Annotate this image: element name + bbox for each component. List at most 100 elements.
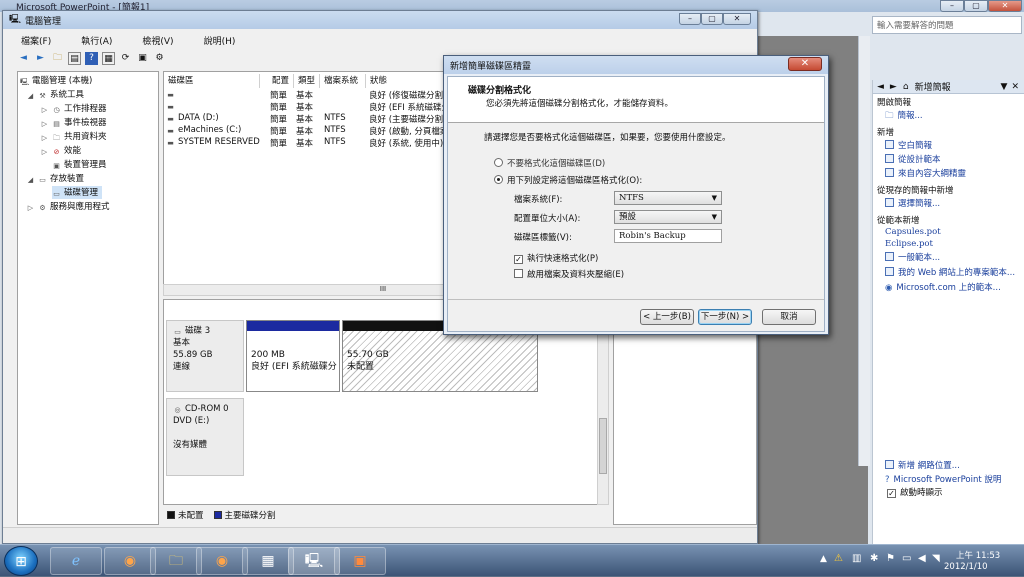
autocontent-wizard-link[interactable]: 來自內容大綱精靈: [885, 167, 966, 179]
choose-presentation-link[interactable]: 選擇簡報...: [885, 197, 940, 209]
allocation-unit-select[interactable]: 預設 ▼: [614, 210, 722, 224]
volume-icon[interactable]: ◀: [918, 553, 926, 564]
cm-maximize-button[interactable]: ▢: [701, 13, 723, 25]
disk3-size: 55.89 GB: [173, 350, 213, 360]
table-row[interactable]: ▬ SYSTEM RESERVED: [166, 137, 260, 148]
column-header-type[interactable]: 類型: [294, 74, 320, 88]
add-network-place-link[interactable]: 新增 網路位置...: [885, 459, 960, 471]
maximize-button[interactable]: ▢: [964, 0, 988, 12]
quick-format-checkbox[interactable]: ✓ 執行快速格式化(P): [514, 252, 598, 264]
wifi-icon[interactable]: ◥: [932, 553, 940, 564]
next-button[interactable]: 下一步(N) >: [698, 309, 752, 325]
partition-efi[interactable]: 200 MB 良好 (EFI 系統磁碟分: [246, 320, 340, 392]
wizard-body: 磁碟分割格式化 您必須先將這個磁碟分割格式化，才能儲存資料。 請選擇您是否要格式…: [447, 76, 825, 332]
home-icon[interactable]: ⌂: [903, 82, 909, 92]
table-row[interactable]: ▬: [166, 101, 178, 112]
show-hide-tree-icon[interactable]: ▤: [68, 51, 81, 65]
table-row[interactable]: ▬ DATA (D:): [166, 113, 218, 124]
tree-item-services-apps[interactable]: ▷ ⚙ 服務與應用程式: [26, 200, 110, 213]
flag-icon[interactable]: ⚑: [886, 553, 895, 564]
vertical-scrollbar[interactable]: [858, 36, 870, 466]
tree-item-disk-management[interactable]: ▭ 磁碟管理: [52, 186, 103, 199]
menu-file[interactable]: 檔案(F): [21, 34, 51, 47]
compression-checkbox[interactable]: 啟用檔案及資料夾壓縮(E): [514, 268, 624, 280]
powerpoint-help-link[interactable]: ? Microsoft PowerPoint 說明: [885, 473, 1001, 485]
show-hidden-icons-icon[interactable]: ▲: [820, 554, 827, 564]
primary-partition-bar: [247, 321, 339, 331]
tree-item-storage[interactable]: ◢ ▭ 存放裝置: [26, 172, 84, 185]
cell-type: 基本: [296, 91, 314, 101]
column-header-layout[interactable]: 配置: [268, 74, 294, 88]
cm-close-button[interactable]: ✕: [723, 13, 751, 25]
template-capsules-link[interactable]: Capsules.pot: [885, 227, 941, 237]
taskbar-firefox[interactable]: ◉: [104, 547, 156, 575]
network-icon[interactable]: ▥: [852, 553, 861, 564]
properties-icon[interactable]: ▦: [102, 51, 115, 65]
general-templates-link[interactable]: 一般範本...: [885, 251, 940, 263]
bluetooth-icon[interactable]: ✱: [870, 553, 878, 564]
volume-label-input[interactable]: Robin's Backup: [614, 229, 722, 243]
forward-arrow-icon[interactable]: ►: [890, 82, 897, 92]
table-row[interactable]: ▬ eMachines (C:): [166, 125, 241, 136]
clock-date[interactable]: 2012/1/10: [944, 562, 988, 572]
wizard-close-button[interactable]: ✕: [788, 57, 822, 71]
taskbar-ie[interactable]: ℯ: [50, 547, 102, 575]
taskbar-powerpoint[interactable]: ▣: [334, 547, 386, 575]
taskbar-computer-management[interactable]: 🖳: [288, 547, 340, 575]
drive-icon: ▬: [167, 139, 174, 147]
menu-help[interactable]: 說明(H): [204, 34, 236, 47]
cm-menubar: 檔案(F) 執行(A) 檢視(V) 說明(H): [3, 33, 757, 47]
clock-time[interactable]: 上午 11:53: [956, 549, 1000, 561]
tree-item-event-viewer[interactable]: ▷ ▤ 事件檢視器: [40, 116, 107, 129]
up-folder-icon[interactable]: 🗀: [51, 52, 64, 65]
taskbar-explorer[interactable]: 🗀: [150, 547, 202, 575]
forward-icon[interactable]: ►: [34, 52, 47, 65]
tree-item-system-tools[interactable]: ◢ ⚒ 系統工具: [26, 88, 84, 101]
disk3-header[interactable]: ▭ 磁碟 3 基本 55.89 GB 連線: [166, 320, 244, 392]
show-at-startup-checkbox[interactable]: ✓ 啟動時顯示: [887, 486, 943, 498]
help-icon: ?: [885, 475, 890, 485]
warning-icon[interactable]: ⚠: [834, 553, 843, 564]
monitor-icon[interactable]: ▭: [902, 553, 911, 564]
tree-item-task-scheduler[interactable]: ▷ ◷ 工作排程器: [40, 102, 107, 115]
taskbar-control-panel[interactable]: ▦: [242, 547, 294, 575]
column-header-filesystem[interactable]: 檔案系統: [320, 74, 366, 88]
cm-minimize-button[interactable]: –: [679, 13, 701, 25]
design-template-link[interactable]: 從設計範本: [885, 153, 941, 165]
back-icon[interactable]: ◄: [17, 52, 30, 65]
table-row[interactable]: ▬: [166, 89, 178, 100]
close-pane-icon[interactable]: ✕: [1011, 82, 1019, 92]
open-presentation-link[interactable]: 🗀 簡報...: [885, 109, 923, 124]
dropdown-icon[interactable]: ▼: [1001, 82, 1008, 92]
back-arrow-icon[interactable]: ◄: [877, 82, 884, 92]
refresh-icon[interactable]: ⟳: [119, 52, 132, 65]
filesystem-select[interactable]: NTFS ▼: [614, 191, 722, 205]
microsoft-templates-link[interactable]: ◉ Microsoft.com 上的範本...: [885, 281, 1001, 293]
minimize-button[interactable]: –: [940, 0, 964, 12]
menu-view[interactable]: 檢視(V): [142, 34, 173, 47]
start-button[interactable]: ⊞: [4, 546, 38, 576]
column-header-volume[interactable]: 磁碟區: [164, 74, 260, 88]
settings-icon[interactable]: ⚙: [153, 52, 166, 65]
scroll-thumb[interactable]: [599, 418, 607, 474]
cancel-button[interactable]: 取消: [762, 309, 816, 325]
menu-action[interactable]: 執行(A): [81, 34, 112, 47]
tree-item-performance[interactable]: ▷ ⊘ 效能: [40, 144, 81, 157]
help-search-input[interactable]: 輸入需要解答的問題: [872, 16, 1022, 34]
back-button[interactable]: < 上一步(B): [640, 309, 694, 325]
cdrom-header[interactable]: ◎ CD-ROM 0 DVD (E:) 沒有媒體: [166, 398, 244, 476]
tree-item-shared-folders[interactable]: ▷ 🗀 共用資料夾: [40, 130, 107, 143]
export-icon[interactable]: ▣: [136, 52, 149, 65]
cell-type: 基本: [296, 139, 314, 149]
radio-format[interactable]: 用下列設定將這個磁碟區格式化(O):: [494, 174, 642, 186]
tree-item-device-manager[interactable]: ▣ 裝置管理員: [52, 158, 106, 171]
close-button[interactable]: ✕: [988, 0, 1022, 12]
web-templates-link[interactable]: 我的 Web 網站上的專案範本...: [885, 266, 1015, 278]
radio-no-format[interactable]: 不要格式化這個磁碟區(D): [494, 157, 605, 169]
blank-presentation-link[interactable]: 空白簡報: [885, 139, 932, 151]
taskbar-firefox-2[interactable]: ◉: [196, 547, 248, 575]
template-eclipse-link[interactable]: Eclipse.pot: [885, 239, 933, 249]
tree-item-computer-management[interactable]: 🖳 電腦管理 (本機): [20, 74, 92, 87]
scroll-grip[interactable]: III: [380, 285, 386, 293]
help-toolbar-icon[interactable]: ?: [85, 51, 98, 65]
